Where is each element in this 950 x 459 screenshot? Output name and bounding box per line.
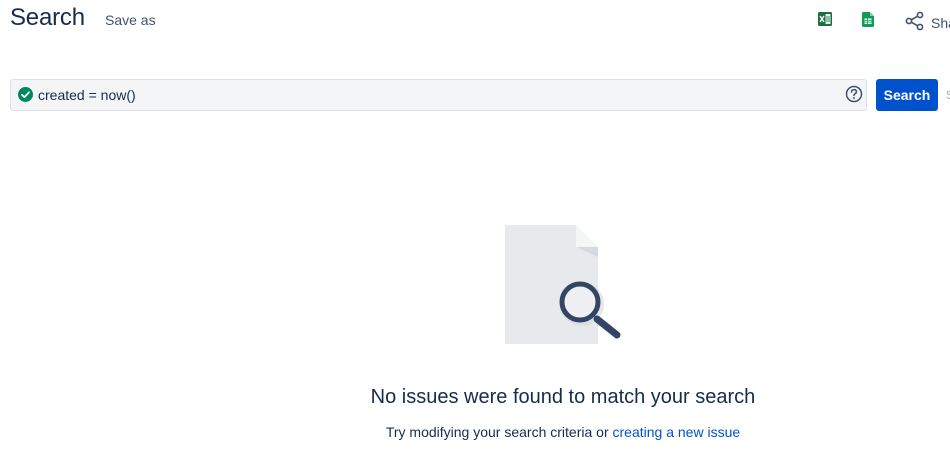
empty-state-subtext-prefix: Try modifying your search criteria or	[385, 424, 613, 440]
switch-to-basic-link[interactable]: S	[946, 88, 950, 102]
empty-state-heading: No issues were found to match your searc…	[370, 386, 756, 408]
jql-query-input[interactable]: created = now()	[10, 79, 867, 111]
share-button[interactable]: Share	[905, 11, 950, 34]
check-circle-icon	[18, 87, 33, 107]
jql-query-text[interactable]: created = now()	[38, 87, 136, 103]
share-icon	[905, 11, 925, 34]
save-as-button[interactable]: Save as	[105, 12, 156, 28]
empty-state-subtext: Try modifying your search criteria or cr…	[0, 424, 950, 440]
share-label: Share	[931, 14, 950, 31]
google-sheets-icon[interactable]	[862, 12, 874, 32]
search-page: Search Save as Sh created = now() Search…	[0, 0, 950, 459]
question-circle-icon[interactable]	[844, 84, 864, 109]
page-title: Search	[10, 4, 85, 31]
excel-icon[interactable]	[818, 12, 832, 31]
document-magnifier-icon	[504, 224, 624, 351]
search-button[interactable]: Search	[876, 79, 938, 111]
create-issue-link[interactable]: creating a new issue	[613, 424, 741, 440]
